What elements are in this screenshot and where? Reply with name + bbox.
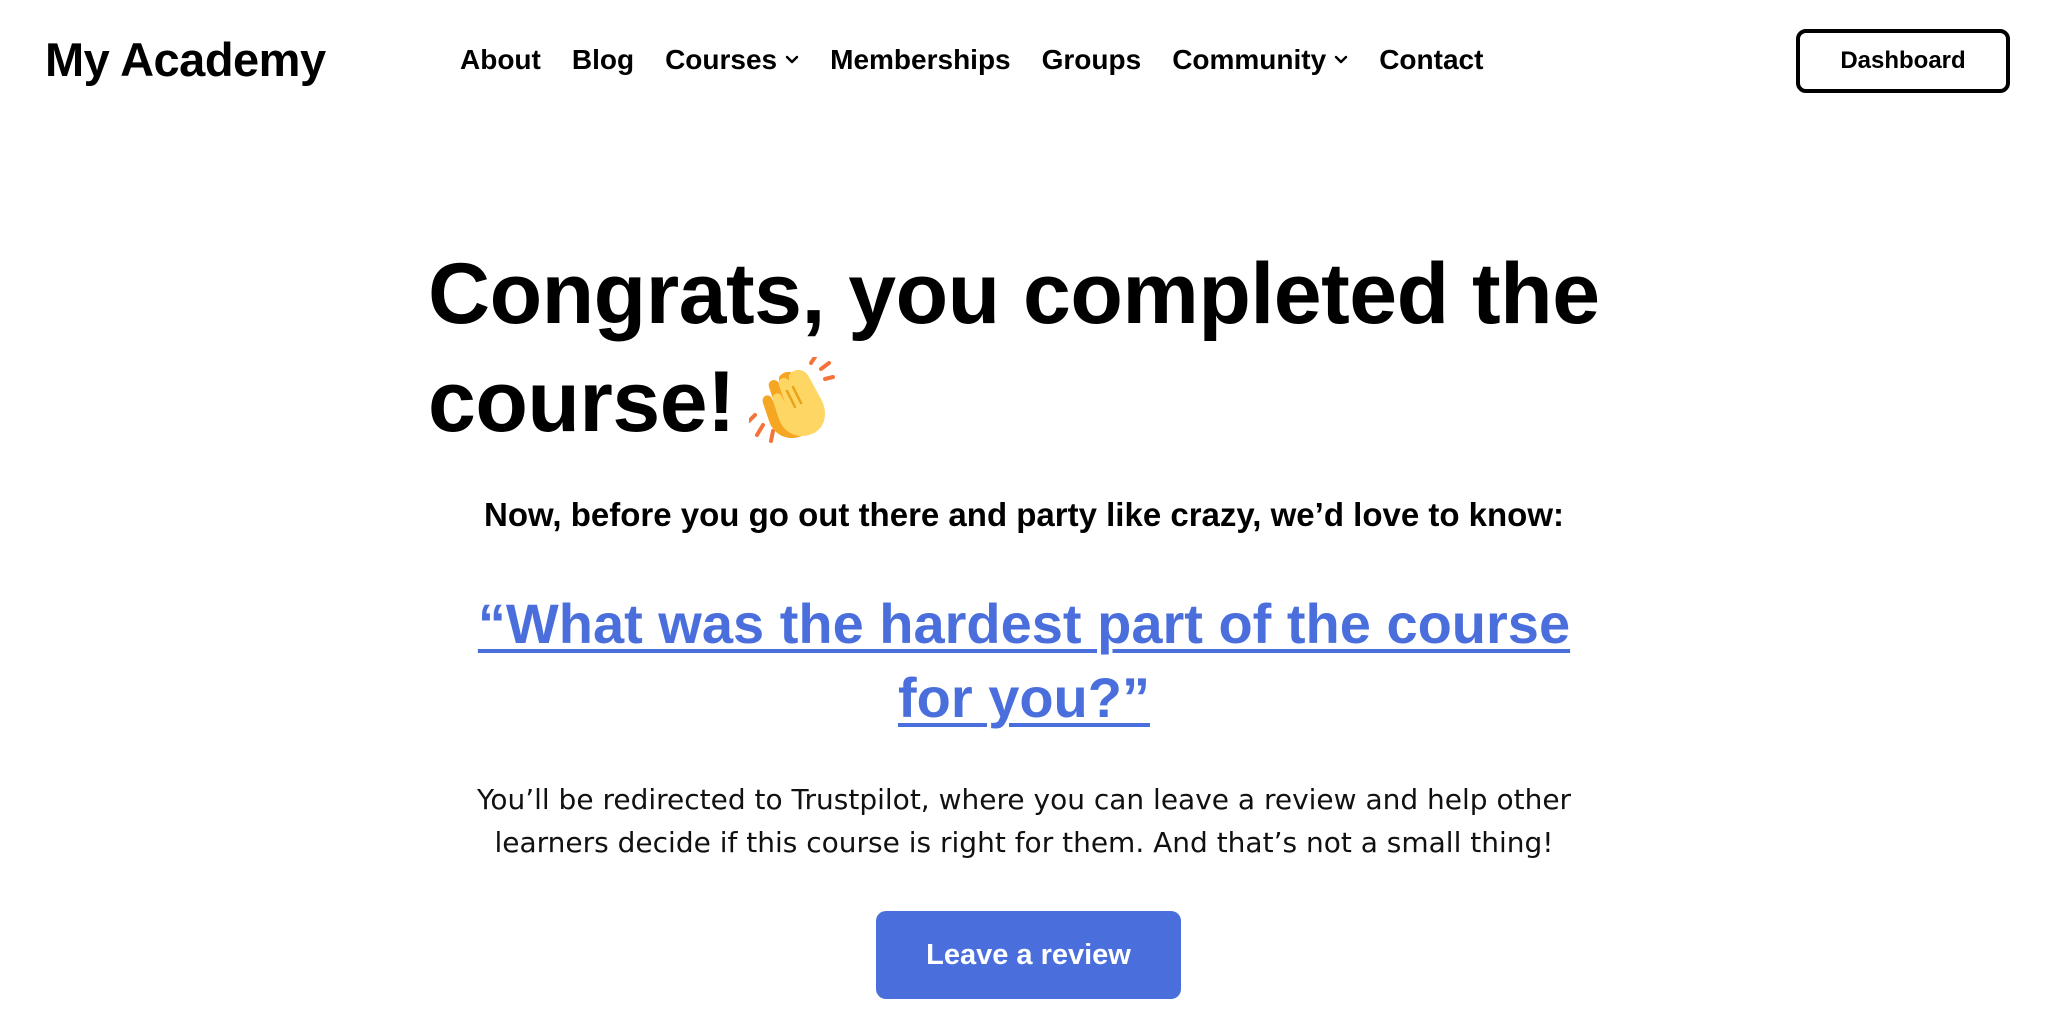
site-logo[interactable]: My Academy bbox=[45, 32, 326, 87]
nav-item-label: Courses bbox=[665, 44, 778, 75]
review-question-link[interactable]: “What was the hardest part of the course… bbox=[440, 587, 1608, 735]
nav-item-contact[interactable]: Contact bbox=[1379, 44, 1483, 76]
nav-item-label: Community bbox=[1172, 44, 1327, 75]
clapping-hands-icon bbox=[749, 357, 836, 443]
nav-item-label: Groups bbox=[1041, 44, 1142, 75]
description: You’ll be redirected to Trustpilot, wher… bbox=[476, 783, 1572, 859]
page-title-text: Congrats, you completed the course! bbox=[428, 246, 1600, 450]
leave-review-button[interactable]: Leave a review bbox=[876, 911, 1181, 999]
nav-item-about[interactable]: About bbox=[460, 44, 541, 76]
nav-item-groups[interactable]: Groups bbox=[1042, 44, 1142, 76]
nav-item-community[interactable]: Community bbox=[1172, 44, 1348, 76]
nav-item-label: Memberships bbox=[830, 44, 1011, 75]
page-title: Congrats, you completed the course! bbox=[428, 240, 1648, 456]
nav-item-label: Blog bbox=[571, 44, 635, 75]
chevron-down-icon bbox=[785, 55, 799, 64]
nav-item-courses[interactable]: Courses bbox=[665, 44, 799, 76]
main-nav: About Blog Courses Memberships Groups Co… bbox=[460, 44, 1483, 76]
nav-item-blog[interactable]: Blog bbox=[572, 44, 634, 76]
chevron-down-icon bbox=[1334, 55, 1348, 64]
dashboard-button[interactable]: Dashboard bbox=[1796, 29, 2010, 93]
nav-item-memberships[interactable]: Memberships bbox=[830, 44, 1011, 76]
nav-item-label: About bbox=[460, 44, 541, 75]
subtitle: Now, before you go out there and party l… bbox=[483, 496, 1564, 533]
nav-item-label: Contact bbox=[1379, 44, 1484, 75]
site-header: My Academy About Blog Courses Membership… bbox=[0, 0, 2048, 125]
